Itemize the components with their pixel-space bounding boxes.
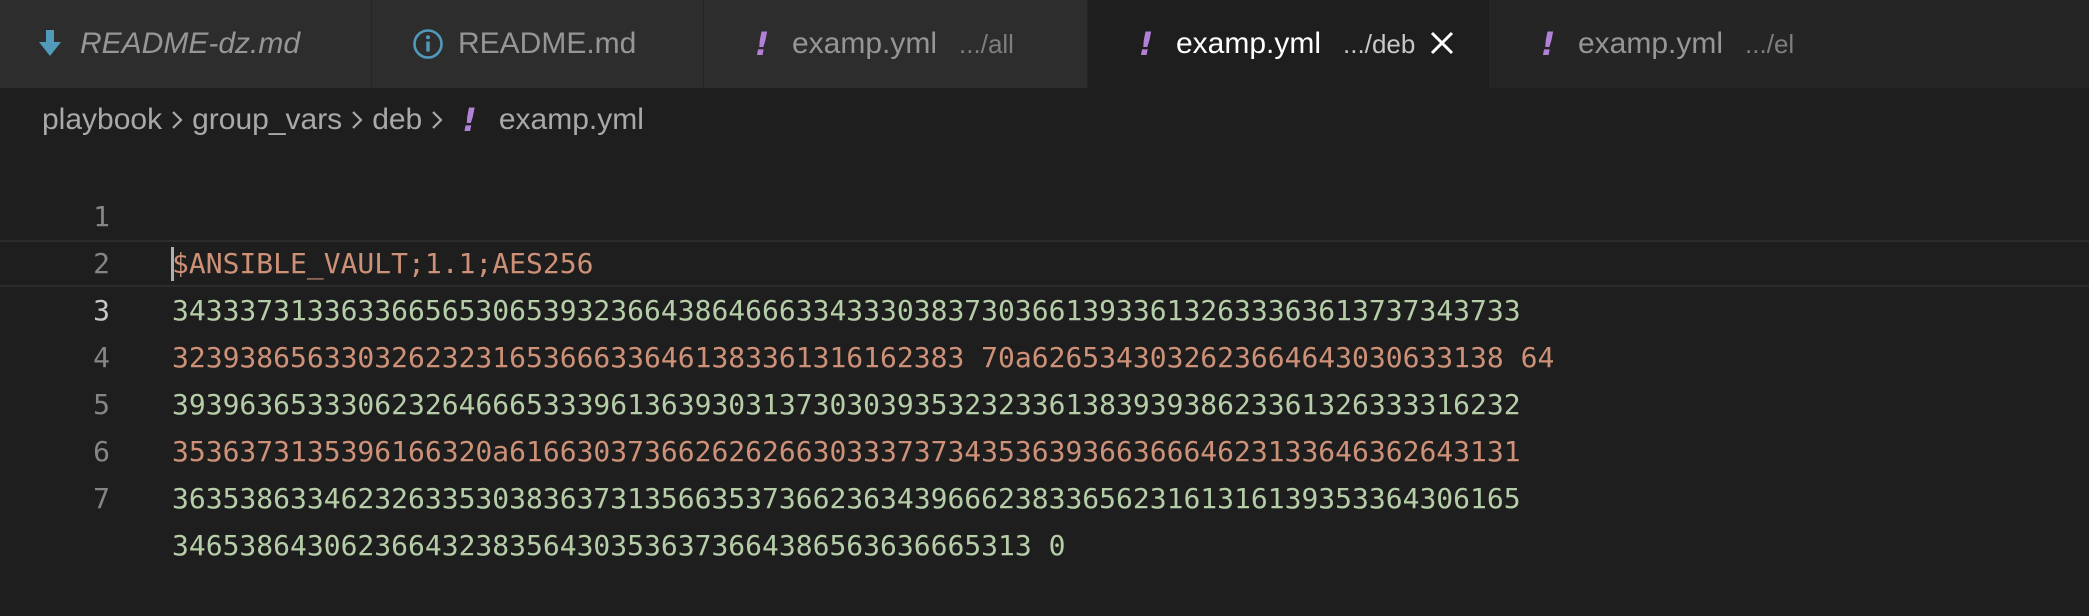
yaml-exclamation-icon: ! (1138, 25, 1154, 63)
yaml-exclamation-icon: ! (1540, 25, 1556, 63)
tab-description: .../deb (1343, 28, 1416, 59)
breadcrumb-item-file[interactable]: examp.yml (499, 103, 644, 137)
code-line-5: 5 3536373135396166320a616630373662626266… (0, 334, 2089, 468)
code-line-7: 7 34653864306236643238356430353637366438… (0, 428, 2089, 562)
code-line-2: 2 34333731336336656530653932366438646663… (0, 193, 2089, 327)
tab-label: examp.yml (792, 27, 938, 60)
tab-examp-all[interactable]: ! examp.yml .../all (704, 0, 1088, 88)
chevron-right-icon (422, 110, 452, 130)
info-icon (412, 28, 444, 60)
chevron-right-icon (342, 110, 372, 130)
code-line-3: 3 32393865633032623231653666336461383361… (0, 240, 2089, 374)
tab-readme-dz[interactable]: README-dz.md (0, 0, 372, 88)
line-text: 3635386334623263353038363731356635373662… (172, 482, 1521, 515)
breadcrumb: playbook group_vars deb ! examp.yml (42, 98, 644, 142)
tab-label: examp.yml (1578, 27, 1724, 60)
download-arrow-icon (34, 30, 66, 58)
text-cursor (171, 247, 174, 281)
line-text: 3465386430623664323835643035363736643865… (172, 529, 1066, 562)
tab-bar: README-dz.md README.md ! examp.yml .../a… (0, 0, 2089, 88)
tab-label: README-dz.md (80, 27, 301, 60)
tab-label: examp.yml (1176, 27, 1322, 60)
tab-readme[interactable]: README.md (372, 0, 704, 88)
breadcrumb-item-group-vars[interactable]: group_vars (192, 103, 342, 137)
code-editor[interactable]: 1 $ANSIBLE_VAULT;1.1;AES256 2 3433373133… (0, 146, 2089, 562)
yaml-exclamation-icon: ! (754, 25, 770, 63)
code-line-1: 1 $ANSIBLE_VAULT;1.1;AES256 (0, 146, 2089, 280)
tab-examp-el[interactable]: ! examp.yml .../el (1490, 0, 2089, 88)
tab-description: .../el (1745, 28, 1795, 59)
breadcrumb-item-deb[interactable]: deb (372, 103, 422, 137)
close-icon[interactable] (1425, 26, 1459, 60)
chevron-right-icon (162, 110, 192, 130)
code-line-6: 6 36353863346232633530383637313566353736… (0, 381, 2089, 515)
code-line-4: 4 39396365333062326466653339613639303137… (0, 287, 2089, 421)
breadcrumb-item-playbook[interactable]: playbook (42, 103, 162, 137)
tab-label: README.md (458, 27, 637, 60)
line-number: 7 (93, 482, 110, 515)
yaml-exclamation-icon: ! (462, 101, 477, 139)
tab-examp-deb[interactable]: ! examp.yml .../deb (1088, 0, 1490, 88)
tab-description: .../all (959, 28, 1014, 59)
